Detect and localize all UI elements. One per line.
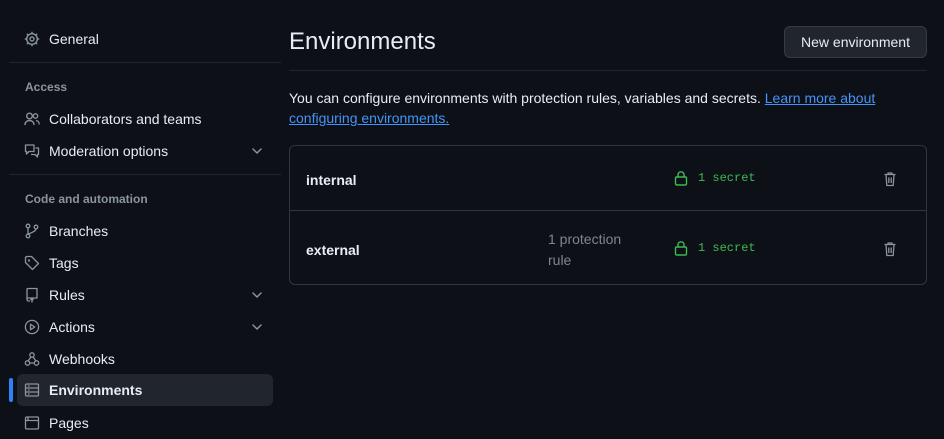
environment-row-external[interactable]: external 1 protection rule 1 secret <box>290 210 926 280</box>
comment-discussion-icon <box>24 143 40 159</box>
sidebar-item-moderation[interactable]: Moderation options <box>17 135 273 167</box>
sidebar-item-label: Rules <box>49 287 85 303</box>
sidebar-item-environments[interactable]: Environments <box>17 374 273 406</box>
lock-icon <box>674 241 688 256</box>
title-divider <box>289 70 927 71</box>
environment-name[interactable]: internal <box>306 172 357 188</box>
sidebar-item-label: Tags <box>49 255 79 271</box>
sidebar-item-branches[interactable]: Branches <box>17 215 273 247</box>
sidebar-divider <box>9 174 281 175</box>
trash-icon[interactable] <box>882 241 898 257</box>
tag-icon <box>24 255 40 271</box>
git-branch-icon <box>24 223 40 239</box>
chevron-down-icon[interactable] <box>250 320 264 334</box>
lock-icon <box>674 171 688 186</box>
section-heading-access: Access <box>25 80 68 94</box>
sidebar-item-label: Pages <box>49 415 89 431</box>
sidebar-item-collaborators[interactable]: Collaborators and teams <box>17 103 273 135</box>
sidebar-item-webhooks[interactable]: Webhooks <box>17 343 273 375</box>
environment-name[interactable]: external <box>306 242 360 258</box>
repo-push-icon <box>24 287 40 303</box>
people-icon <box>24 111 40 127</box>
sidebar-item-pages[interactable]: Pages <box>17 407 273 439</box>
sidebar-item-label: Branches <box>49 223 109 239</box>
sidebar-item-general[interactable]: General <box>17 23 273 55</box>
protection-rule-count: 1 protection rule <box>548 231 622 268</box>
sidebar-item-rules[interactable]: Rules <box>17 279 273 311</box>
section-heading-code-automation: Code and automation <box>25 192 148 206</box>
sidebar-item-label: Environments <box>49 382 143 398</box>
sidebar-item-label: Collaborators and teams <box>49 111 202 127</box>
new-environment-button[interactable]: New environment <box>784 26 927 58</box>
sidebar-item-label: Actions <box>49 319 95 335</box>
sidebar-item-label: General <box>49 31 99 47</box>
sidebar-item-tags[interactable]: Tags <box>17 247 273 279</box>
trash-icon[interactable] <box>882 171 898 187</box>
gear-icon <box>24 31 40 47</box>
chevron-down-icon[interactable] <box>250 144 264 158</box>
environments-list: internal 1 secret external 1 protection … <box>289 145 927 285</box>
secret-count: 1 secret <box>674 170 756 186</box>
secret-count-text: 1 secret <box>698 171 756 185</box>
settings-sidebar: General Access Collaborators and teams M… <box>0 0 281 439</box>
environment-row-internal[interactable]: internal 1 secret <box>290 146 926 215</box>
page-description: You can configure environments with prot… <box>289 88 889 128</box>
description-text: You can configure environments with prot… <box>289 90 761 106</box>
chevron-down-icon[interactable] <box>250 288 264 302</box>
secret-count: 1 secret <box>674 240 756 256</box>
sidebar-item-label: Moderation options <box>49 143 169 159</box>
browser-icon <box>24 415 40 431</box>
active-indicator <box>9 378 13 402</box>
secret-count-text: 1 secret <box>698 241 756 255</box>
play-icon <box>24 319 40 335</box>
sidebar-item-actions[interactable]: Actions <box>17 311 273 343</box>
page-title: Environments <box>289 28 436 55</box>
sidebar-divider <box>9 62 281 63</box>
webhook-icon <box>24 351 40 367</box>
sidebar-item-label: Webhooks <box>49 351 115 367</box>
server-icon <box>24 382 40 398</box>
